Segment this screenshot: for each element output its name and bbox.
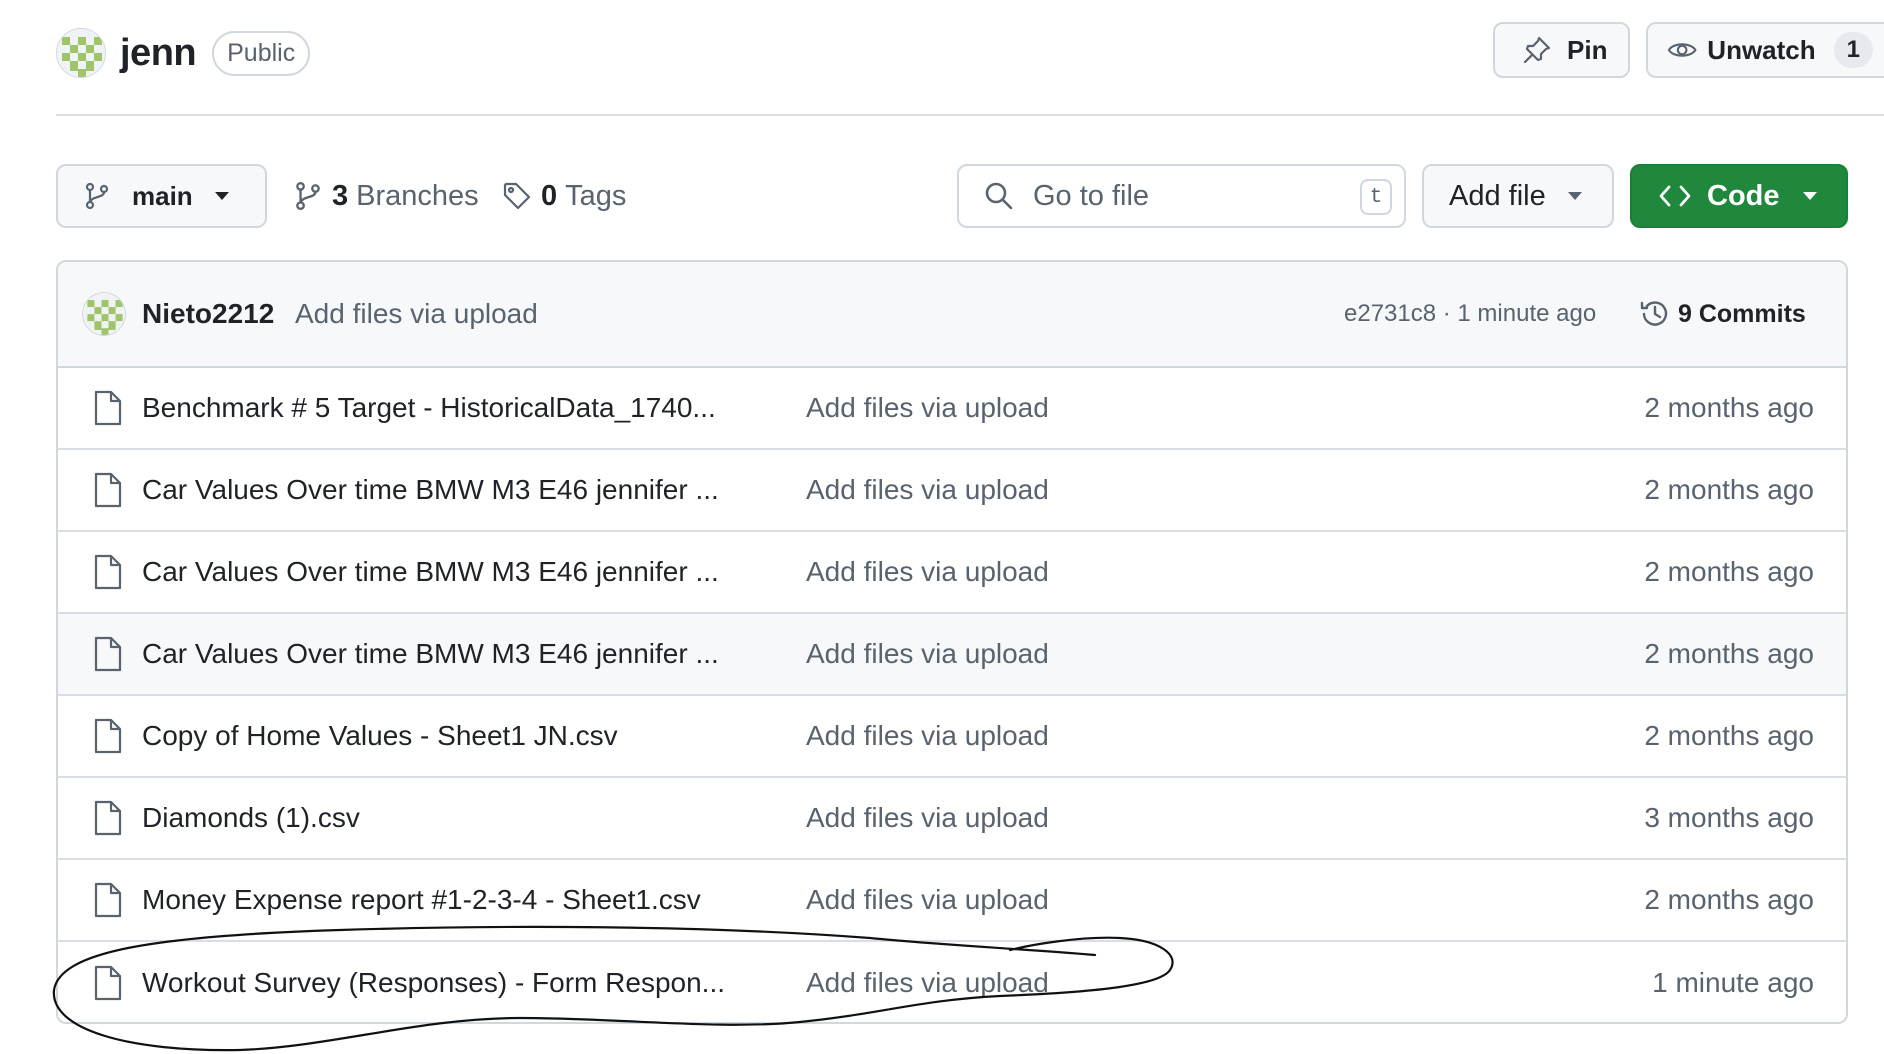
file-row[interactable]: Diamonds (1).csv Add files via upload 3 …: [58, 778, 1846, 860]
keyboard-shortcut-hint: t: [1360, 179, 1392, 215]
repo-name[interactable]: jenn: [120, 32, 197, 75]
file-row[interactable]: Copy of Home Values - Sheet1 JN.csv Add …: [58, 696, 1846, 778]
add-file-label: Add file: [1449, 179, 1546, 212]
file-row[interactable]: Workout Survey (Responses) - Form Respon…: [58, 942, 1846, 1022]
code-label: Code: [1707, 179, 1780, 212]
file-row[interactable]: Car Values Over time BMW M3 E46 jennifer…: [58, 614, 1846, 696]
branch-selector[interactable]: main: [56, 164, 267, 228]
pin-label: Pin: [1567, 34, 1608, 65]
file-commit-message[interactable]: Add files via upload: [806, 556, 1049, 588]
file-commit-message[interactable]: Add files via upload: [806, 884, 1049, 916]
branches-link[interactable]: 3 Branches: [292, 164, 479, 228]
unwatch-label: Unwatch: [1707, 34, 1816, 65]
git-branch-icon: [85, 182, 109, 210]
commits-history-link[interactable]: 9 Commits: [1638, 297, 1806, 331]
commit-author[interactable]: Nieto2212: [142, 298, 274, 330]
latest-commit-bar: Nieto2212 Add files via upload e2731c8 ·…: [58, 262, 1846, 368]
add-file-button[interactable]: Add file: [1422, 164, 1614, 228]
git-branch-icon: [296, 182, 320, 210]
file-age: 1 minute ago: [1652, 967, 1814, 998]
repo-header: jenn Public: [56, 20, 311, 86]
eye-icon: [1667, 43, 1697, 57]
branches-count: 3: [332, 179, 349, 212]
file-age: 3 months ago: [1644, 802, 1814, 833]
file-icon: [94, 882, 122, 918]
header-divider: [56, 114, 1884, 116]
file-icon: [94, 390, 122, 426]
file-age: 2 months ago: [1644, 556, 1814, 587]
file-commit-message[interactable]: Add files via upload: [806, 720, 1049, 752]
file-name[interactable]: Diamonds (1).csv: [142, 802, 360, 834]
file-icon: [94, 800, 122, 836]
file-age: 2 months ago: [1644, 720, 1814, 751]
file-name[interactable]: Copy of Home Values - Sheet1 JN.csv: [142, 720, 618, 752]
file-icon: [94, 554, 122, 590]
file-icon: [94, 965, 122, 1001]
file-list: Nieto2212 Add files via upload e2731c8 ·…: [56, 260, 1848, 1024]
file-commit-message[interactable]: Add files via upload: [806, 392, 1049, 424]
pin-button[interactable]: Pin: [1493, 22, 1630, 78]
file-icon: [94, 718, 122, 754]
file-age: 2 months ago: [1644, 638, 1814, 669]
file-name[interactable]: Car Values Over time BMW M3 E46 jennifer…: [142, 556, 719, 588]
commit-author-avatar[interactable]: [82, 292, 126, 336]
chevron-down-icon: [1802, 192, 1817, 200]
file-row[interactable]: Car Values Over time BMW M3 E46 jennifer…: [58, 450, 1846, 532]
file-name[interactable]: Car Values Over time BMW M3 E46 jennifer…: [142, 474, 719, 506]
chevron-down-icon: [1567, 192, 1582, 200]
code-icon: [1659, 185, 1691, 207]
file-age: 2 months ago: [1644, 474, 1814, 505]
tag-icon: [503, 182, 531, 210]
pin-icon: [1523, 36, 1551, 64]
visibility-badge: Public: [212, 30, 311, 76]
tags-label: Tags: [565, 179, 627, 212]
file-row[interactable]: Benchmark # 5 Target - HistoricalData_17…: [58, 368, 1846, 450]
file-row[interactable]: Car Values Over time BMW M3 E46 jennifer…: [58, 532, 1846, 614]
tags-count: 0: [541, 179, 558, 212]
owner-avatar[interactable]: [56, 28, 106, 78]
history-icon: [1640, 301, 1668, 326]
file-age: 2 months ago: [1644, 884, 1814, 915]
branches-label: Branches: [356, 179, 479, 212]
search-icon: [985, 182, 1013, 210]
commits-label: 9 Commits: [1678, 299, 1806, 328]
file-icon: [94, 636, 122, 672]
chevron-down-icon: [214, 192, 229, 200]
file-row[interactable]: Money Expense report #1-2-3-4 - Sheet1.c…: [58, 860, 1846, 942]
file-commit-message[interactable]: Add files via upload: [806, 638, 1049, 670]
unwatch-button[interactable]: Unwatch 1: [1646, 22, 1884, 78]
branch-name: main: [132, 180, 193, 211]
code-button[interactable]: Code: [1630, 164, 1848, 228]
file-icon: [94, 472, 122, 508]
file-commit-message[interactable]: Add files via upload: [806, 967, 1049, 999]
commit-sha-time[interactable]: e2731c8 · 1 minute ago: [1344, 300, 1596, 328]
file-name[interactable]: Car Values Over time BMW M3 E46 jennifer…: [142, 638, 719, 670]
file-name[interactable]: Money Expense report #1-2-3-4 - Sheet1.c…: [142, 884, 701, 916]
search-placeholder: Go to file: [1033, 179, 1150, 212]
file-name[interactable]: Benchmark # 5 Target - HistoricalData_17…: [142, 392, 716, 424]
file-commit-message[interactable]: Add files via upload: [806, 474, 1049, 506]
file-commit-message[interactable]: Add files via upload: [806, 802, 1049, 834]
watch-count: 1: [1833, 32, 1873, 68]
go-to-file-input[interactable]: Go to file t: [957, 164, 1406, 228]
commit-message[interactable]: Add files via upload: [295, 298, 538, 330]
repo-header-actions: Pin Unwatch 1: [1493, 22, 1884, 78]
tags-link[interactable]: 0 Tags: [501, 164, 626, 228]
file-name[interactable]: Workout Survey (Responses) - Form Respon…: [142, 967, 725, 999]
file-age: 2 months ago: [1644, 392, 1814, 423]
repo-toolbar: main 3 Branches 0 Tags Go to file t Add …: [56, 164, 1848, 228]
